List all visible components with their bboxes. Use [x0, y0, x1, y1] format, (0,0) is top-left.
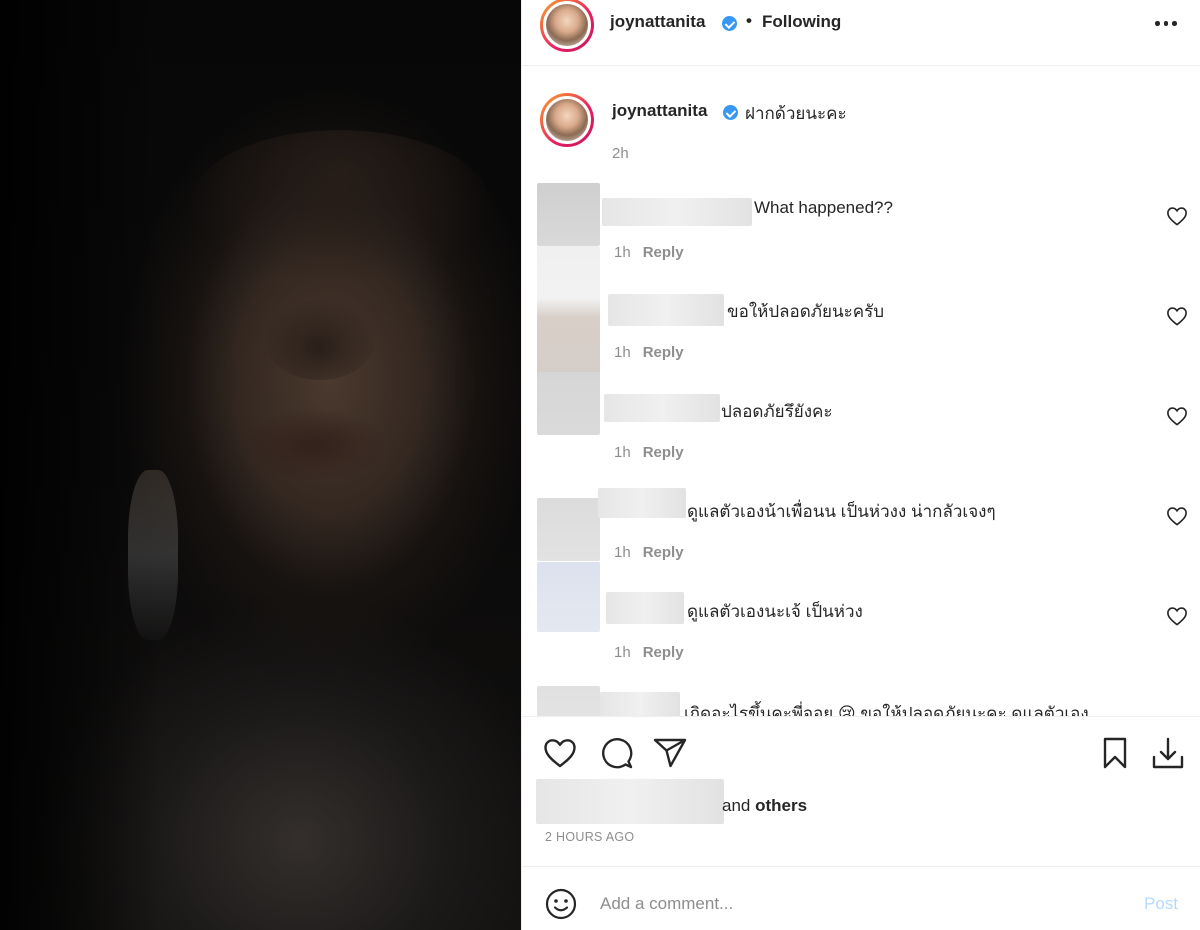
post-media[interactable]	[0, 0, 521, 930]
comment-time: 1h	[614, 444, 631, 461]
comment-input[interactable]	[600, 887, 1120, 921]
comment-username-redacted[interactable]	[598, 488, 686, 518]
comment-text: ขอให้ปลอดภัยนะครับ	[727, 302, 885, 321]
media-nose-shade	[265, 300, 375, 380]
bookmark-icon[interactable]	[1097, 735, 1133, 771]
comment-like-heart-icon[interactable]	[1166, 206, 1188, 226]
reply-button[interactable]: Reply	[643, 244, 684, 261]
comment-username-redacted[interactable]	[600, 692, 680, 716]
post-button[interactable]: Post	[1144, 894, 1178, 914]
header-separator: •	[746, 11, 752, 30]
comments-list[interactable]: What happened?? 1h Reply ขอให้ปลอดภัยนะคร…	[522, 176, 1200, 716]
comment-text: ดูแลตัวเองน้าเพื่อนน เป็นห่วงง น่ากลัวเจ…	[687, 502, 996, 521]
comment-icon[interactable]	[598, 735, 634, 771]
more-options-icon[interactable]	[1154, 20, 1178, 28]
comment-meta: 1h Reply	[614, 544, 684, 561]
comment-text: ปลอดภัยรึยังคะ	[721, 402, 833, 421]
comment-text: เกิดอะไรขึ้นคะพี่จอย 😢 ขอให้ปลอดภัยนะคะ …	[684, 704, 1089, 716]
comment-username-redacted[interactable]	[608, 294, 724, 326]
likes-others-link[interactable]: others	[755, 796, 807, 815]
post-caption: joynattanita ฝากด้วยนะคะ 2h	[522, 66, 1200, 176]
likes-prefix: and	[722, 796, 751, 815]
comment-item: ปลอดภัยรึยังคะ 1h Reply	[522, 372, 1200, 476]
caption-time: 2h	[612, 145, 629, 162]
comment-username-redacted[interactable]	[604, 394, 720, 422]
caption-avatar[interactable]	[540, 93, 594, 147]
following-button[interactable]: Following	[762, 12, 841, 32]
comment-text: What happened??	[754, 198, 893, 217]
comment-item: ดูแลตัวเองน้าเพื่อนน เป็นห่วงง น่ากลัวเจ…	[522, 476, 1200, 576]
reply-button[interactable]: Reply	[643, 644, 684, 661]
comment-text: ดูแลตัวเองนะเจ้ เป็นห่วง	[687, 602, 863, 621]
emoji-icon[interactable]	[544, 887, 578, 921]
comment-item: ขอให้ปลอดภัยนะครับ 1h Reply	[522, 246, 1200, 376]
media-earring	[128, 470, 178, 640]
comment-meta: 1h Reply	[614, 444, 684, 461]
comment-item: ดูแลตัวเองนะเจ้ เป็นห่วง 1h Reply	[522, 562, 1200, 676]
comment-like-heart-icon[interactable]	[1166, 606, 1188, 626]
caption-username[interactable]: joynattanita	[612, 101, 707, 121]
verified-badge-icon	[722, 16, 737, 31]
comment-like-heart-icon[interactable]	[1166, 306, 1188, 326]
reply-button[interactable]: Reply	[643, 344, 684, 361]
comment-avatar[interactable]	[537, 498, 600, 561]
likes-summary[interactable]: and others	[722, 796, 807, 816]
comment-item: What happened?? 1h Reply	[522, 176, 1200, 276]
comment-meta: 1h Reply	[614, 644, 684, 661]
download-icon[interactable]	[1150, 735, 1186, 771]
comment-item: เกิดอะไรขึ้นคะพี่จอย 😢 ขอให้ปลอดภัยนะคะ …	[522, 676, 1200, 716]
caption-text: ฝากด้วยนะคะ	[745, 104, 847, 123]
comment-username-redacted[interactable]	[602, 198, 752, 226]
like-heart-icon[interactable]	[542, 735, 578, 771]
comment-time: 1h	[614, 644, 631, 661]
comment-meta: 1h Reply	[614, 244, 684, 261]
add-comment-bar: Post	[522, 866, 1200, 930]
post-header: joynattanita • Following	[522, 0, 1200, 66]
comment-avatar[interactable]	[537, 686, 600, 716]
post-timestamp: 2 HOURS AGO	[545, 830, 635, 844]
media-lips-shade	[245, 410, 385, 480]
comment-like-heart-icon[interactable]	[1166, 506, 1188, 526]
post-panel: joynattanita • Following joynattanita ฝา…	[521, 0, 1200, 930]
comment-time: 1h	[614, 344, 631, 361]
comment-avatar[interactable]	[537, 246, 600, 376]
liked-by-redacted[interactable]	[536, 779, 724, 824]
media-shadow	[0, 0, 160, 930]
comment-username-redacted[interactable]	[606, 592, 684, 624]
author-username[interactable]: joynattanita	[610, 12, 705, 32]
comment-meta: 1h Reply	[614, 344, 684, 361]
comment-avatar[interactable]	[537, 183, 600, 246]
comment-avatar[interactable]	[537, 372, 600, 435]
caption-verified-badge-icon	[723, 105, 738, 120]
share-icon[interactable]	[652, 735, 688, 771]
reply-button[interactable]: Reply	[643, 444, 684, 461]
reply-button[interactable]: Reply	[643, 544, 684, 561]
comment-time: 1h	[614, 244, 631, 261]
comment-like-heart-icon[interactable]	[1166, 406, 1188, 426]
author-avatar[interactable]	[540, 0, 594, 52]
comment-avatar[interactable]	[537, 562, 600, 632]
comment-time: 1h	[614, 544, 631, 561]
media-hair-shade	[190, 130, 490, 280]
post-actions: and others 2 HOURS AGO	[522, 716, 1200, 866]
